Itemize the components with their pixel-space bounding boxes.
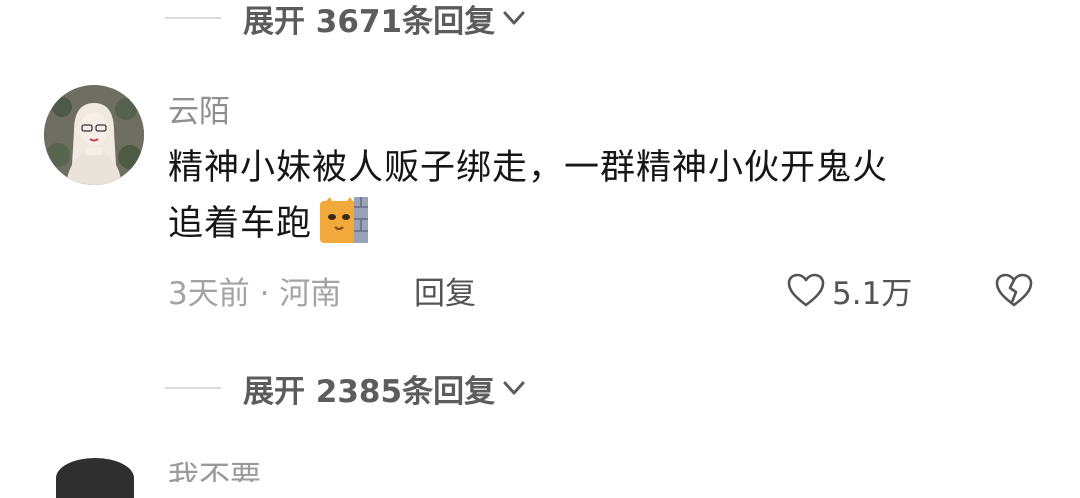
expand-replies-label: 展开 2385条回复 (243, 373, 496, 410)
avatar-illustration (44, 85, 144, 185)
divider-line (165, 17, 221, 19)
expand-replies-label: 展开 3671条回复 (243, 3, 496, 40)
comment-text: 精神小妹被人贩子绑走，一群精神小伙开鬼火 追着车跑 (168, 140, 1048, 252)
comment-text-line-2-label: 追着车跑 (168, 204, 313, 244)
like-button[interactable]: 5.1万 (786, 268, 912, 312)
avatar[interactable] (44, 85, 144, 185)
comment-meta: 3天前 · 河南 (168, 275, 342, 312)
chevron-down-icon (503, 381, 525, 395)
comment-text-line-1: 精神小妹被人贩子绑走，一群精神小伙开鬼火 (168, 148, 889, 188)
next-comment-avatar[interactable] (56, 458, 134, 498)
broken-heart-icon[interactable] (994, 272, 1034, 308)
heart-icon (787, 273, 825, 307)
cat-peeking-icon (320, 197, 369, 243)
expand-replies-top[interactable]: 展开 3671条回复 (165, 0, 527, 40)
next-comment-username[interactable]: 我不要 (168, 452, 358, 482)
like-count: 5.1万 (832, 275, 913, 312)
expand-replies-second[interactable]: 展开 2385条回复 (165, 368, 527, 410)
comment-text-line-2: 追着车跑 (168, 196, 1048, 252)
divider-line (165, 387, 221, 389)
reply-button[interactable]: 回复 (414, 268, 476, 312)
chevron-down-icon (503, 11, 525, 25)
comment-username[interactable]: 云陌 (168, 86, 230, 131)
next-comment-username-text: 我不要 (168, 460, 261, 482)
